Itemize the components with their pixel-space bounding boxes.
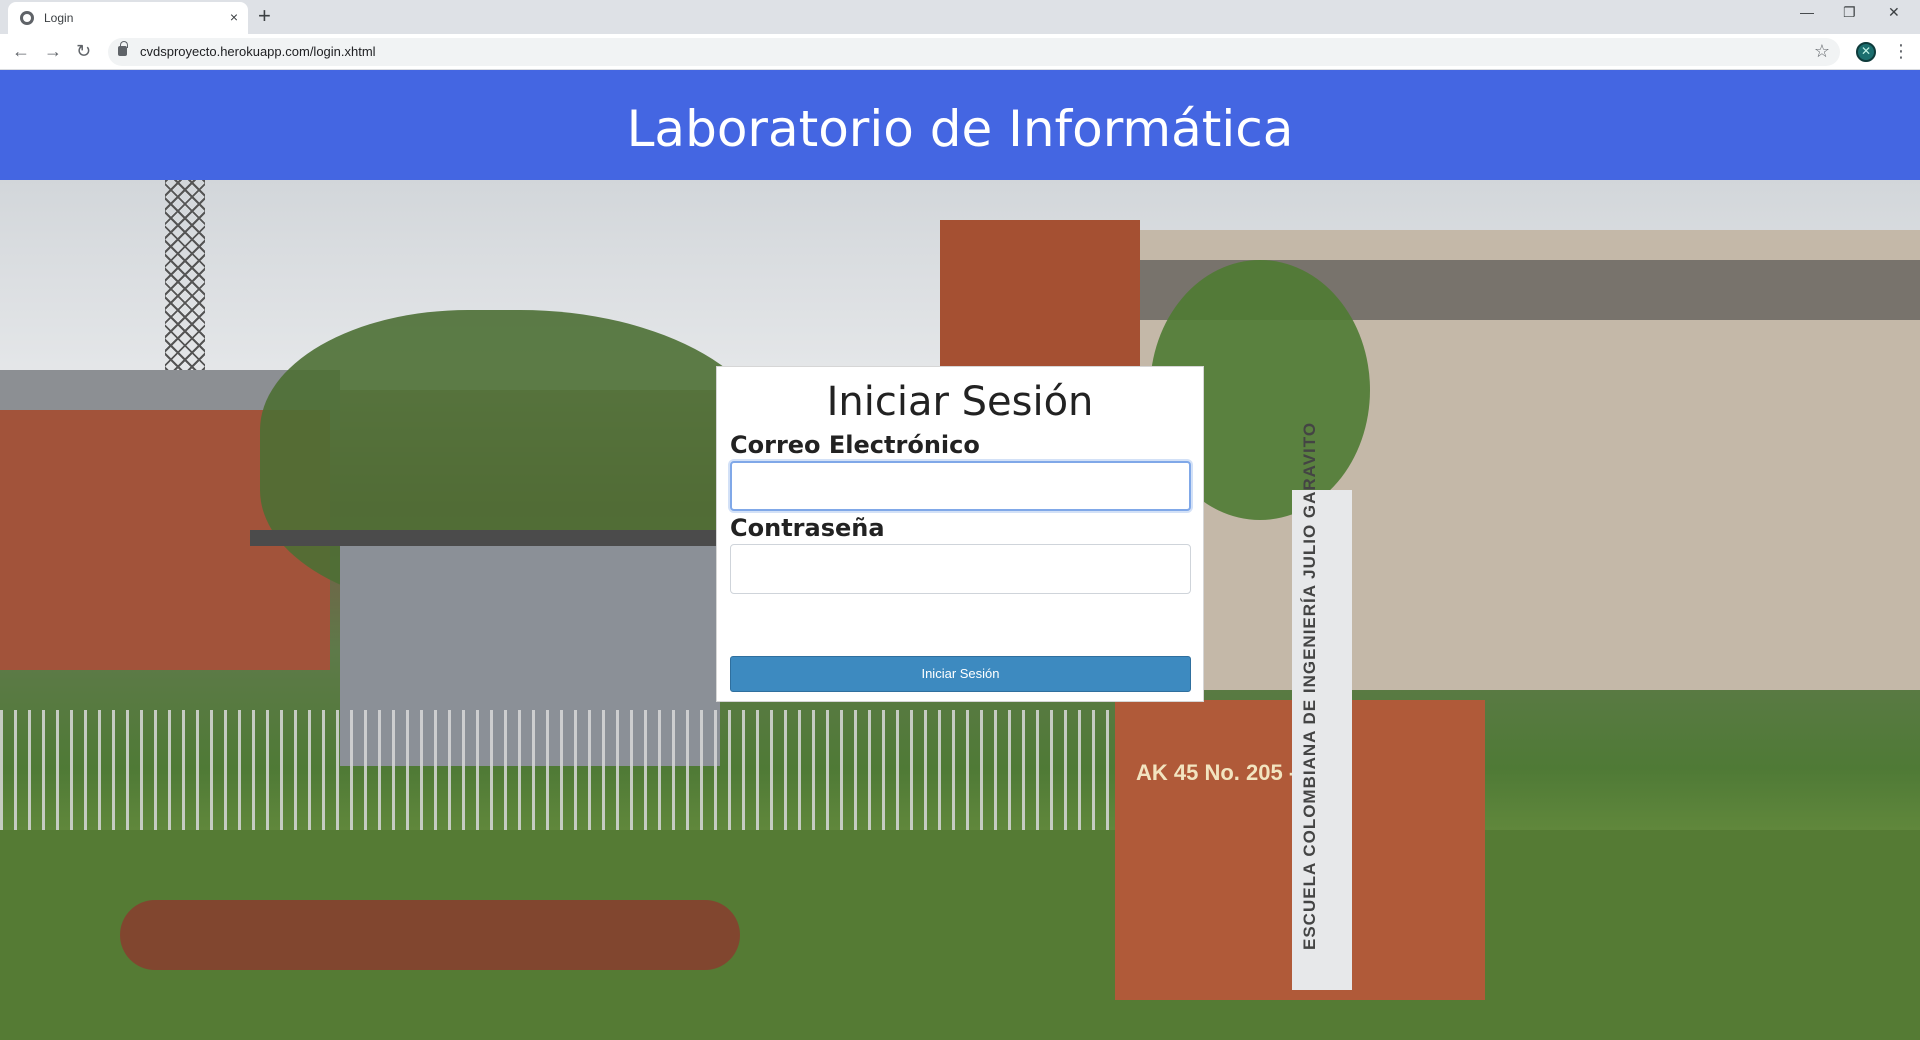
browser-tab[interactable]: Login ×	[8, 2, 248, 34]
email-label: Correo Electrónico	[730, 431, 980, 459]
reload-icon[interactable]: ↻	[76, 41, 91, 61]
login-card: Iniciar Sesión Correo Electrónico Contra…	[716, 366, 1204, 702]
back-icon[interactable]: ←	[12, 41, 30, 61]
browser-toolbar: ← → ↻ cvdsproyecto.herokuapp.com/login.x…	[0, 34, 1920, 70]
browser-tabstrip: Login × + — ❐ ✕	[0, 0, 1920, 34]
tab-close-icon[interactable]: ×	[230, 9, 238, 25]
login-button[interactable]: Iniciar Sesión	[730, 656, 1191, 692]
address-bar[interactable]: cvdsproyecto.herokuapp.com/login.xhtml ☆	[108, 38, 1840, 66]
restore-icon[interactable]: ❐	[1843, 4, 1856, 21]
globe-icon	[20, 11, 34, 25]
extension-icon[interactable]	[1856, 42, 1876, 62]
address-url[interactable]: cvdsproyecto.herokuapp.com/login.xhtml	[140, 44, 376, 59]
bookmark-star-icon[interactable]: ☆	[1814, 41, 1830, 62]
password-field[interactable]	[730, 544, 1191, 594]
totem-text: ESCUELA COLOMBIANA DE INGENIERÍA JULIO G…	[1300, 421, 1319, 950]
page-title: Laboratorio de Informática	[626, 100, 1294, 158]
site-header: Laboratorio de Informática	[0, 70, 1920, 180]
email-field[interactable]	[730, 461, 1191, 511]
browser-menu-icon[interactable]: ⋮	[1892, 42, 1910, 60]
login-title: Iniciar Sesión	[826, 379, 1094, 425]
lock-icon	[118, 41, 128, 56]
background-flowerbed	[120, 900, 740, 970]
page-background: AK 45 No. 205 - 59 ESCUELA COLOMBIANA DE…	[0, 70, 1920, 1040]
password-label: Contraseña	[730, 514, 885, 542]
forward-icon[interactable]: →	[44, 41, 62, 61]
window-close-icon[interactable]: ✕	[1888, 4, 1900, 21]
minimize-icon[interactable]: —	[1800, 4, 1814, 20]
new-tab-button[interactable]: +	[258, 5, 271, 27]
tab-title: Login	[44, 11, 74, 25]
